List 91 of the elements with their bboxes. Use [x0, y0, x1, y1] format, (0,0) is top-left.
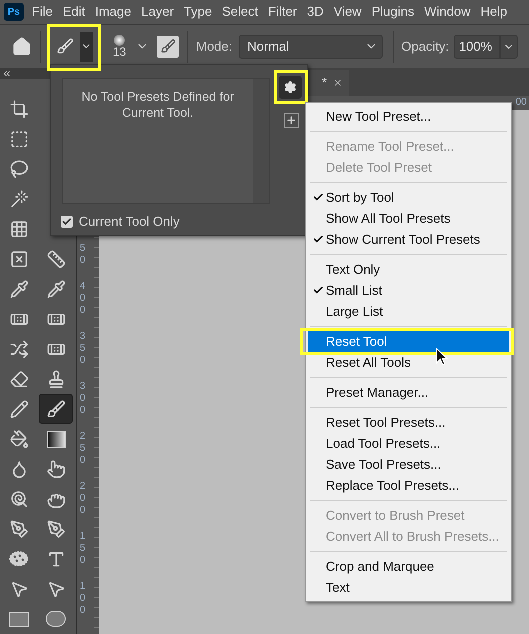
ruler-label: 350: [80, 331, 86, 368]
settings-icon: [284, 81, 297, 94]
dashed-square-icon: [10, 130, 28, 148]
menu-item[interactable]: Save Tool Presets...: [308, 454, 509, 475]
document-tab[interactable]: *: [309, 70, 349, 96]
menu-item[interactable]: Show Current Tool Presets: [308, 229, 509, 250]
ruler-label: 250: [80, 431, 86, 468]
grid-icon: [10, 220, 28, 238]
plus-icon: [286, 115, 297, 126]
new-preset-button[interactable]: [284, 113, 299, 128]
menu-bar-item[interactable]: Select: [217, 2, 264, 22]
menu-item[interactable]: Show All Tool Presets: [308, 208, 509, 229]
menu-item[interactable]: Crop and Marquee: [308, 556, 509, 577]
menu-item[interactable]: Text Only: [308, 259, 509, 280]
mode-select[interactable]: Normal: [238, 34, 382, 58]
menu-item[interactable]: Load Tool Presets...: [308, 433, 509, 454]
ruler-label: 200: [80, 481, 86, 518]
menu-item[interactable]: Large List: [308, 301, 509, 322]
mouse-cursor-icon: [436, 348, 448, 366]
pen-icon: [46, 520, 66, 538]
menu-item[interactable]: Reset Tool: [308, 331, 509, 352]
ruler-label: 150: [80, 531, 86, 568]
check-icon: [313, 192, 324, 203]
brush-settings-icon[interactable]: [157, 36, 180, 58]
crossed-arrows-icon: [10, 340, 28, 358]
lasso-icon: [10, 160, 28, 178]
ruler-label: 300: [80, 381, 86, 418]
menu-bar-item[interactable]: Filter: [263, 2, 302, 22]
brush-size: 13: [113, 46, 126, 58]
menu-bar-item[interactable]: Edit: [58, 2, 90, 22]
menu-item[interactable]: Sort by Tool: [308, 187, 509, 208]
empty-message: No Tool Presets Defined for Current Tool.: [82, 90, 234, 120]
menu-item[interactable]: Text: [308, 577, 509, 598]
menu-bar-item[interactable]: View: [328, 2, 367, 22]
crop-icon: [10, 100, 28, 118]
close-icon[interactable]: [333, 78, 343, 88]
check-icon: [313, 285, 324, 296]
lollipop-icon: [10, 490, 28, 508]
ruler-label: 00: [516, 97, 527, 109]
menu-bar-item[interactable]: Plugins: [366, 2, 420, 22]
menu-item[interactable]: Replace Tool Presets...: [308, 475, 509, 496]
app-logo[interactable]: Ps: [4, 3, 24, 21]
opacity-label: Opacity:: [402, 38, 450, 56]
stamp-icon: [46, 370, 66, 388]
menu-bar-item[interactable]: Help: [476, 2, 512, 22]
ruler-label: 100: [80, 581, 86, 618]
soft-brush-tip-icon: [114, 34, 126, 46]
gradient-icon: [46, 430, 66, 448]
type-icon: [46, 550, 66, 568]
ruler-label: 50: [80, 243, 86, 268]
menu-bar-item[interactable]: Layer: [136, 2, 180, 22]
wand-icon: [10, 190, 28, 208]
pointing-hand-icon: [46, 460, 66, 478]
mode-label: Mode:: [196, 38, 232, 56]
tool-button[interactable]: [39, 394, 73, 424]
menu-bar-item[interactable]: Window: [419, 2, 476, 22]
paint-bucket-icon: [10, 430, 28, 448]
arrow-pointer-icon: [46, 580, 66, 598]
eraser-icon: [10, 370, 28, 388]
home-icon[interactable]: [12, 36, 32, 56]
menu-item[interactable]: New Tool Preset...: [308, 106, 509, 127]
collapse-icon[interactable]: [2, 68, 12, 78]
sponge-icon: [9, 551, 29, 567]
ruler-icon: [46, 250, 66, 268]
brush-icon: [57, 38, 74, 55]
menu-bar-item[interactable]: 3D: [302, 2, 329, 22]
opacity-field[interactable]: 100%: [454, 34, 500, 58]
rectangle-icon: [9, 612, 29, 626]
eyedropper-icon: [46, 280, 66, 298]
menu-item[interactable]: Small List: [308, 280, 509, 301]
brush-icon: [46, 400, 66, 418]
check-icon: [62, 216, 72, 227]
settings-button[interactable]: [279, 76, 302, 99]
tab-title: *: [322, 74, 327, 92]
menu-bar-item[interactable]: Type: [179, 2, 218, 22]
menu-item[interactable]: Preset Manager...: [308, 382, 509, 403]
current-tool-only-checkbox[interactable]: Current Tool Only: [61, 212, 180, 232]
check-icon: [313, 234, 324, 245]
arrow-pointer-icon: [10, 580, 28, 598]
menu-item[interactable]: Reset All Tools: [308, 352, 509, 373]
menu-bar-item[interactable]: File: [27, 2, 58, 22]
menu-bar-item[interactable]: Image: [90, 2, 136, 22]
pen-icon: [10, 520, 28, 538]
menu-item[interactable]: Reset Tool Presets...: [308, 412, 509, 433]
crossed-box-icon: [10, 250, 28, 268]
eyedropper-icon: [10, 280, 28, 298]
ruler-label: 400: [80, 281, 86, 318]
dropdown-caret-icon: [80, 32, 93, 62]
pencil-icon: [10, 400, 28, 418]
tool-preset-picker[interactable]: [57, 32, 93, 62]
dropdown-caret-icon[interactable]: [500, 34, 518, 58]
